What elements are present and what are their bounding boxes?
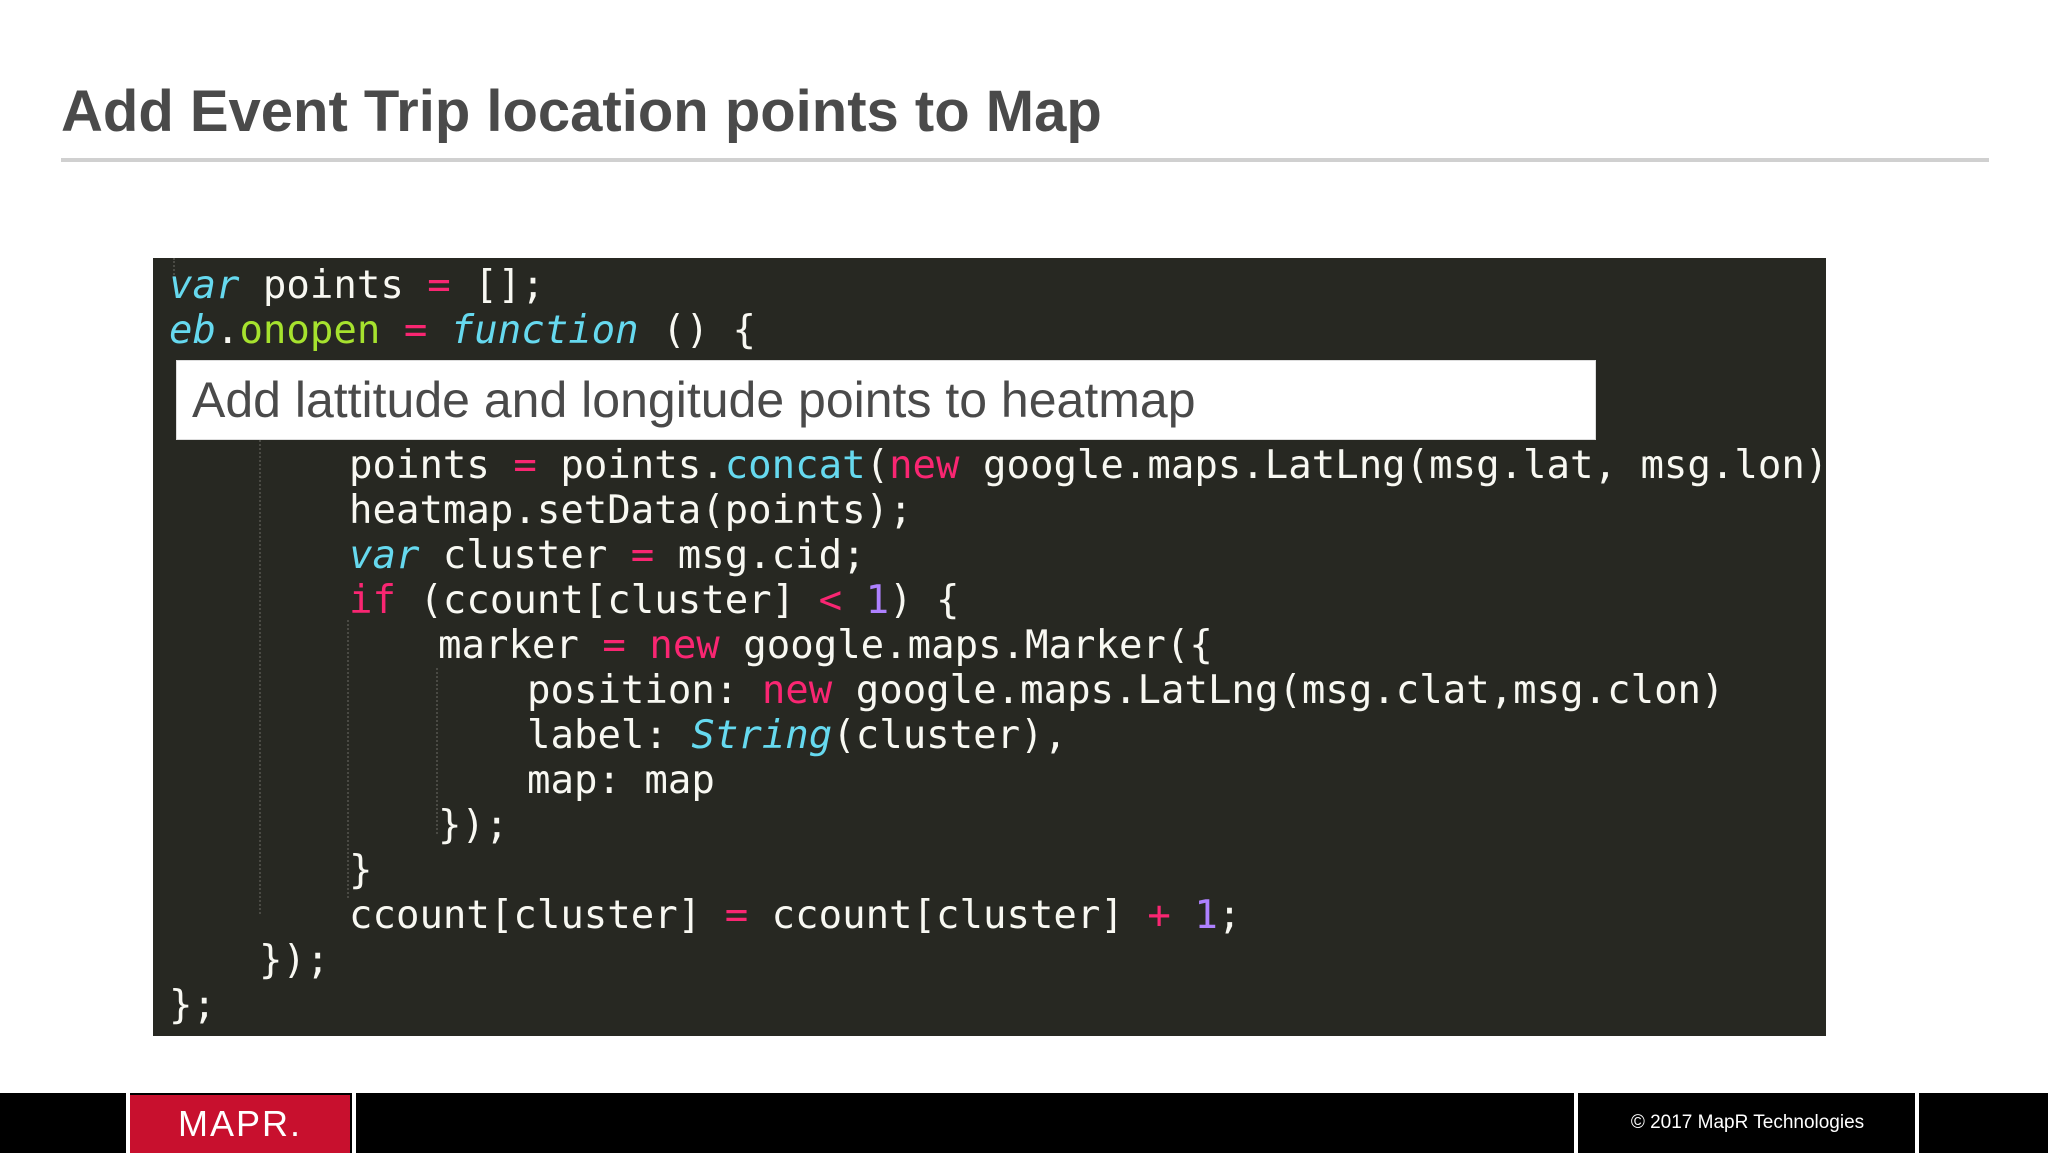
code-line-1: var points = [];	[169, 263, 545, 308]
code-token: ccount[cluster]	[349, 893, 725, 938]
slide: Add Event Trip location points to Map va…	[0, 0, 2048, 1153]
copyright-text: © 2017 MapR Technologies	[1630, 1112, 1865, 1133]
code-token: (	[865, 443, 890, 488]
code-line-13: }	[349, 848, 372, 893]
callout-box: Add lattitude and longitude points to he…	[176, 360, 1596, 440]
code-line-15: });	[259, 938, 329, 983]
footer-divider	[352, 1093, 356, 1153]
code-token: points	[239, 263, 428, 308]
code-token: [];	[450, 263, 545, 308]
code-token: var	[349, 533, 420, 578]
code-line-4: points = points.concat(new google.maps.L…	[349, 443, 1826, 488]
footer-divider	[1574, 1093, 1578, 1153]
code-token: var	[169, 263, 240, 308]
code-token: onopen	[239, 308, 381, 353]
callout-text: Add lattitude and longitude points to he…	[192, 372, 1196, 428]
code-token: }	[349, 848, 373, 893]
code-token: 1	[865, 578, 890, 623]
code-line-2: eb.onopen = function () {	[169, 308, 756, 353]
code-token: position:	[527, 668, 762, 713]
code-line-14: ccount[cluster] = ccount[cluster] + 1;	[349, 893, 1241, 938]
code-token: });	[438, 803, 509, 848]
code-token: =	[427, 263, 451, 308]
code-token: (cluster),	[832, 713, 1068, 758]
code-token: google.maps.Marker({	[719, 623, 1213, 668]
code-token: =	[602, 623, 626, 668]
code-token: concat	[724, 443, 866, 488]
code-token: if	[349, 578, 396, 623]
code-token: new	[889, 443, 960, 488]
code-token: =	[724, 893, 749, 938]
code-token: });	[259, 938, 330, 983]
code-token: heatmap.setData(points);	[349, 488, 913, 533]
code-line-6: var cluster = msg.cid;	[349, 533, 866, 578]
code-token: label:	[527, 713, 692, 758]
code-token: };	[169, 983, 216, 1028]
code-token: ccount[cluster]	[748, 893, 1148, 938]
code-token: points.	[536, 443, 725, 488]
code-token: google.maps.LatLng(msg.clat,msg.clon)	[832, 668, 1725, 713]
code-token: eb	[169, 308, 216, 353]
code-line-5: heatmap.setData(points);	[349, 488, 913, 533]
code-token: 1	[1194, 893, 1218, 938]
code-line-11: map: map	[527, 758, 715, 803]
code-token: new	[761, 668, 833, 713]
code-token: ) {	[889, 578, 960, 623]
code-token: .	[215, 308, 240, 353]
code-line-7: if (ccount[cluster] < 1) {	[349, 578, 960, 623]
code-token: points	[349, 443, 514, 488]
code-token: String	[691, 713, 833, 758]
mapr-logo-text: MAPR.	[177, 1103, 302, 1144]
code-token: function	[450, 308, 639, 353]
code-line-8: marker = new google.maps.Marker({	[438, 623, 1213, 668]
code-token: cluster	[419, 533, 631, 578]
slide-title: Add Event Trip location points to Map	[61, 79, 1102, 144]
footer-divider	[1915, 1093, 1919, 1153]
code-token: google.maps.LatLng(msg.lat, msg.lon));	[959, 443, 1826, 488]
code-token: marker	[438, 623, 603, 668]
code-token: =	[403, 308, 428, 353]
code-token: +	[1147, 893, 1171, 938]
code-token: () {	[638, 308, 757, 353]
code-token: msg.cid;	[654, 533, 866, 578]
code-token: =	[630, 533, 655, 578]
code-token: (ccount[cluster]	[395, 578, 819, 623]
mapr-logo: MAPR.	[130, 1095, 350, 1153]
code-token: <	[818, 578, 843, 623]
code-token: new	[649, 623, 720, 668]
code-token: =	[513, 443, 537, 488]
code-token: ;	[1217, 893, 1242, 938]
code-line-16: };	[169, 983, 216, 1028]
code-line-12: });	[438, 803, 508, 848]
indent-guide	[259, 436, 261, 914]
title-divider	[61, 158, 1989, 162]
code-line-9: position: new google.maps.LatLng(msg.cla…	[527, 668, 1725, 713]
code-line-10: label: String(cluster),	[527, 713, 1067, 758]
code-token: map: map	[527, 758, 715, 803]
